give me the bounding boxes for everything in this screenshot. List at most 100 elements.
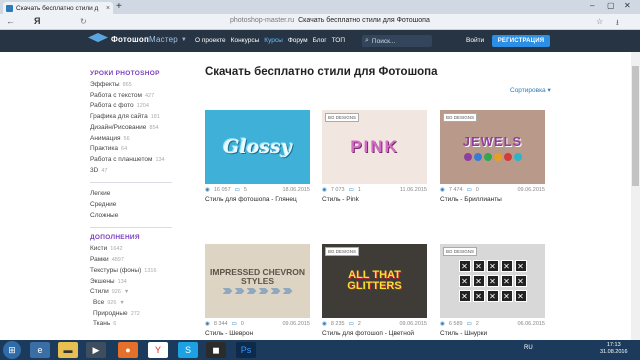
card-thumbnail[interactable]: BG DESIGNS JEWELS [440, 110, 545, 184]
level-item[interactable]: Сложные [90, 211, 200, 222]
lace-icon: ✕ [514, 290, 527, 302]
card-title-link[interactable]: Стиль - Pink [322, 196, 427, 203]
sidebar-item[interactable]: Экшены 134 [90, 277, 200, 288]
thumbnail-badge: BG DESIGNS [443, 247, 478, 256]
level-item[interactable]: Легкие [90, 189, 200, 200]
back-button[interactable]: ← [6, 16, 15, 26]
sidebar-item[interactable]: Ткань 6 [90, 319, 200, 330]
card-title-link[interactable]: Стиль для фотошоп - Цветной [322, 330, 427, 337]
jewel-swatch [513, 152, 522, 161]
thumbnail-text: Glossy [223, 136, 292, 158]
nav-item[interactable]: Форум [288, 37, 308, 44]
sidebar-item[interactable]: Дизайн/Рисование 854 [90, 123, 200, 134]
chevron-down-icon[interactable]: ▼ [181, 37, 187, 43]
thumbnail-badge: BG DESIGNS [325, 247, 360, 256]
sidebar-item[interactable]: Текстуры (фоны) 1316 [90, 266, 200, 277]
style-card[interactable]: BG DESIGNS PINK ◉ 7 073 ▭ 1 11.06.2015 Стиль - … [322, 110, 427, 203]
sidebar-item[interactable]: Природные 272 [90, 309, 200, 320]
download-icon[interactable]: ⭳ [616, 17, 619, 31]
folder-icon[interactable]: ▬ [58, 342, 78, 358]
login-link[interactable]: Войти [466, 37, 484, 44]
lace-icon: ✕ [472, 290, 485, 302]
card-thumbnail[interactable]: BG DESIGNS ✕ ✕ ✕ ✕ ✕ ✕ ✕ ✕ ✕ ✕ ✕ ✕ ✕ ✕ ✕ [440, 244, 545, 318]
sidebar-item-count: 1316 [144, 267, 157, 274]
card-thumbnail[interactable]: IMPRESSED CHEVRON STYLES [205, 244, 310, 318]
sidebar-item[interactable]: Кисти 1642 [90, 244, 200, 255]
yandex-button[interactable]: Я [34, 16, 40, 26]
sidebar-item-label: Практика [90, 145, 119, 153]
levels-list: Легкие Средние Сложные [90, 189, 200, 221]
firefox-icon[interactable]: ● [118, 342, 138, 358]
thumbnail-badge: BG DESIGNS [325, 113, 360, 122]
search-input[interactable] [371, 37, 427, 45]
reload-icon[interactable]: ↻ [80, 17, 87, 26]
style-card[interactable]: Glossy ◉ 16 057 ▭ 5 18.06.2015 Стиль для фотош… [205, 110, 310, 203]
nav-item[interactable]: Блог [313, 37, 327, 44]
browser-tab[interactable]: Скачать бесплатно стили д × [3, 2, 113, 14]
maximize-button[interactable]: ▢ [607, 1, 615, 10]
card-title-link[interactable]: Стиль для фотошопа - Глянец [205, 196, 310, 203]
card-stats: ◉ 6 589 ▭ 2 [440, 321, 479, 327]
nav-item[interactable]: ТОП [332, 37, 345, 44]
clock[interactable]: 17:13 31.08.2016 [600, 342, 628, 356]
style-card[interactable]: BG DESIGNS ALL THAT GLITTERS ◉ 8 235 ▭ 2 09.06… [322, 244, 427, 337]
search-box[interactable]: ⌕ [362, 35, 432, 47]
style-card[interactable]: BG DESIGNS ✕ ✕ ✕ ✕ ✕ ✕ ✕ ✕ ✕ ✕ ✕ ✕ ✕ ✕ ✕ ◉ 6 589 ▭ 2 06.06.2… [440, 244, 545, 337]
sidebar-item-label: Стили [90, 288, 109, 296]
lace-icon: ✕ [472, 275, 485, 287]
sidebar-item[interactable]: 3D 47 [90, 166, 200, 177]
nav-item[interactable]: Конкурсы [231, 37, 260, 44]
card-title-link[interactable]: Стиль - Шеврон [205, 330, 310, 337]
level-item[interactable]: Средние [90, 200, 200, 211]
sidebar-item[interactable]: Все 926 ▼ [90, 298, 200, 309]
search-icon[interactable]: ⌕ [365, 37, 369, 45]
start-button[interactable]: ⊞ [3, 341, 21, 359]
sidebar-item-count: 427 [144, 92, 155, 99]
scrollbar-thumb[interactable] [632, 66, 639, 186]
minimize-button[interactable]: – [590, 1, 594, 10]
url-field[interactable]: photoshop-master.ru Скачать бесплатно ст… [230, 17, 430, 24]
skype-icon[interactable]: S [178, 342, 198, 358]
sidebar-item[interactable]: Рамки 4897 [90, 255, 200, 266]
sidebar-item-count: 926 [111, 289, 121, 296]
yandex-browser-icon[interactable]: Y [148, 342, 168, 358]
card-thumbnail[interactable]: Glossy [205, 110, 310, 184]
card-thumbnail[interactable]: BG DESIGNS PINK [322, 110, 427, 184]
card-title-link[interactable]: Стиль - Шнурки [440, 330, 545, 337]
sidebar-item[interactable]: Анимация 56 [90, 134, 200, 145]
photoshop-icon[interactable]: Ps [236, 342, 256, 358]
ie-icon[interactable]: e [30, 342, 50, 358]
scrollbar[interactable] [631, 52, 640, 342]
sort-dropdown[interactable]: Сортировка ▾ [510, 86, 551, 94]
sidebar-item[interactable]: Работа с текстом 427 [90, 91, 200, 102]
sidebar-item[interactable]: Работа с фото 1204 [90, 101, 200, 112]
caret-down-icon[interactable]: ▼ [124, 289, 129, 295]
eye-icon: ◉ [205, 321, 210, 327]
caret-down-icon[interactable]: ▼ [119, 300, 124, 306]
site-logo[interactable]: ФотошопМастер ▼ [88, 33, 187, 46]
nav-item[interactable]: О проекте [195, 37, 226, 44]
register-button[interactable]: РЕГИСТРАЦИЯ [492, 35, 550, 47]
lace-icon: ✕ [472, 260, 485, 272]
nav-item[interactable]: Курсы [264, 37, 283, 44]
sidebar-item-label: Графика для сайта [90, 113, 148, 121]
tab-close-icon[interactable]: × [106, 5, 110, 12]
card-title-link[interactable]: Стиль - Бриллианты [440, 196, 545, 203]
bookmark-star-icon[interactable]: ☆ [596, 17, 603, 26]
style-card[interactable]: BG DESIGNS JEWELS ◉ 7 474 ▭ 0 09.06.2015 Стиль … [440, 110, 545, 203]
language-indicator[interactable]: RU [524, 345, 533, 351]
app-icon[interactable]: ◼ [206, 342, 226, 358]
sidebar-item[interactable]: Стили 926 ▼ [90, 287, 200, 298]
sidebar-item[interactable]: Работа с планшетом 134 [90, 155, 200, 166]
new-tab-button[interactable]: + [116, 1, 122, 12]
sidebar-item[interactable]: Практика 64 [90, 144, 200, 155]
main-nav: О проекте Конкурсы Курсы Форум Блог ТОП [195, 37, 345, 44]
close-window-button[interactable]: ✕ [624, 1, 631, 10]
sidebar-item[interactable]: Графика для сайта 181 [90, 112, 200, 123]
card-thumbnail[interactable]: BG DESIGNS ALL THAT GLITTERS [322, 244, 427, 318]
sidebar-item[interactable]: Эффекты 865 [90, 80, 200, 91]
style-card[interactable]: IMPRESSED CHEVRON STYLES ◉ 8 344 ▭ 0 09.06.20… [205, 244, 310, 337]
lace-icon: ✕ [500, 290, 513, 302]
thumbnail-badge: BG DESIGNS [443, 113, 478, 122]
media-player-icon[interactable]: ▶ [86, 342, 106, 358]
